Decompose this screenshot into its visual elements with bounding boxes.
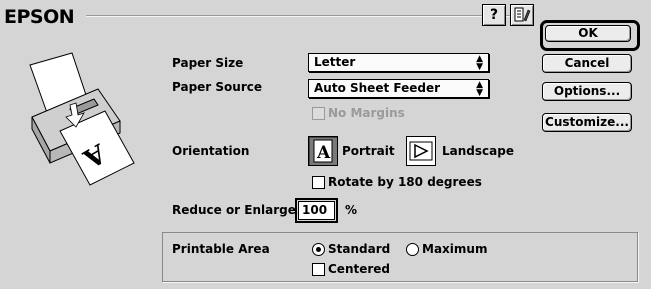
centered-label[interactable]: Centered bbox=[328, 262, 390, 276]
title-divider bbox=[86, 15, 523, 17]
orientation-label: Orientation bbox=[172, 144, 250, 158]
updown-arrows-icon: ▲ ▼ bbox=[476, 80, 483, 98]
printable-area-label: Printable Area bbox=[172, 242, 270, 256]
printable-area-group bbox=[162, 232, 638, 282]
portrait-icon[interactable]: A bbox=[308, 136, 338, 166]
reduce-enlarge-label: Reduce or Enlarge bbox=[172, 203, 296, 217]
landscape-icon[interactable] bbox=[406, 136, 436, 166]
centered-checkbox[interactable] bbox=[312, 263, 325, 276]
paper-source-popup[interactable]: Auto Sheet Feeder ▲ ▼ bbox=[308, 79, 489, 98]
landscape-label[interactable]: Landscape bbox=[442, 144, 514, 158]
no-margins-checkbox bbox=[312, 107, 325, 120]
paper-size-label: Paper Size bbox=[172, 56, 244, 70]
rotate-label[interactable]: Rotate by 180 degrees bbox=[328, 175, 482, 189]
cancel-button[interactable]: Cancel bbox=[542, 54, 632, 73]
paper-source-label: Paper Source bbox=[172, 80, 262, 94]
brand-title: EPSON bbox=[4, 6, 75, 28]
maximum-radio[interactable] bbox=[406, 243, 419, 256]
utility-icon[interactable] bbox=[510, 4, 534, 26]
paper-size-popup[interactable]: Letter ▲ ▼ bbox=[308, 53, 489, 72]
portrait-label[interactable]: Portrait bbox=[342, 144, 395, 158]
printer-illustration: A bbox=[10, 45, 150, 195]
no-margins-label: No Margins bbox=[328, 106, 405, 120]
help-icon[interactable]: ? bbox=[482, 4, 506, 26]
ok-button[interactable]: OK bbox=[545, 25, 631, 42]
paper-source-value: Auto Sheet Feeder bbox=[314, 81, 440, 95]
options-button[interactable]: Options... bbox=[542, 82, 632, 101]
percent-unit: % bbox=[345, 203, 358, 217]
rotate-checkbox[interactable] bbox=[312, 176, 325, 189]
standard-radio[interactable] bbox=[312, 243, 325, 256]
paper-size-value: Letter bbox=[314, 55, 356, 69]
customize-button[interactable]: Customize... bbox=[542, 113, 632, 132]
standard-label[interactable]: Standard bbox=[328, 242, 390, 256]
maximum-label[interactable]: Maximum bbox=[422, 242, 487, 256]
svg-text:A: A bbox=[316, 143, 331, 163]
reduce-enlarge-input[interactable]: 100 bbox=[295, 198, 338, 223]
updown-arrows-icon: ▲ ▼ bbox=[476, 54, 483, 72]
